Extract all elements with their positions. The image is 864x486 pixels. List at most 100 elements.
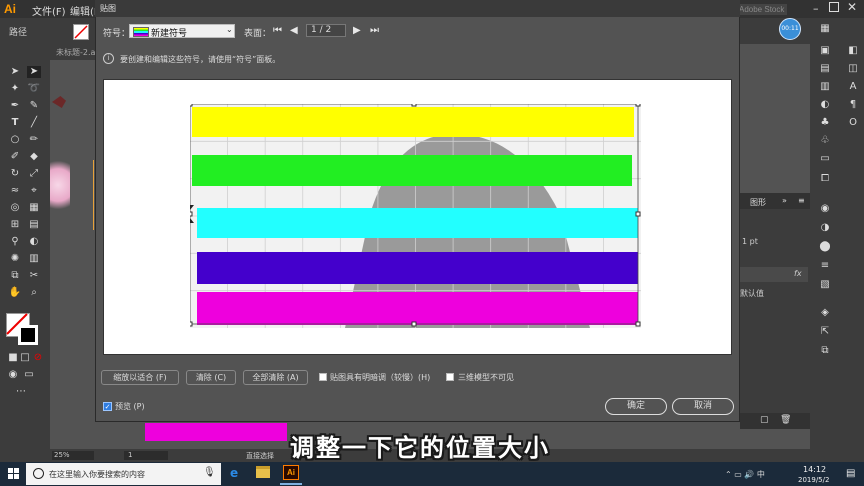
resize-handle-bottom[interactable]	[411, 321, 417, 327]
avatar[interactable]: 00:11	[779, 18, 801, 40]
previous-surface-icon[interactable]: ◀	[290, 25, 298, 36]
ellipse-tool-icon[interactable]: ○	[8, 134, 22, 146]
paintbrush-icon[interactable]: ✏	[27, 134, 41, 146]
panel-icon-paragraph[interactable]: ¶	[846, 99, 860, 111]
minimize-icon[interactable]: –	[813, 2, 819, 15]
stripe-cyan[interactable]	[197, 208, 638, 238]
fill-color-icon[interactable]	[73, 24, 89, 40]
artboard-number-field[interactable]: 1	[124, 451, 168, 460]
panel-icon-color-guide[interactable]: ▥	[818, 81, 832, 93]
resize-handle-bottom-right[interactable]	[635, 321, 641, 327]
system-tray[interactable]: ⌃ ▭ 🔊 中	[725, 469, 765, 480]
cancel-button[interactable]: 取消	[672, 398, 734, 415]
blend-tool-icon[interactable]: ◐	[27, 236, 41, 248]
zoom-tool-icon[interactable]: ⌕	[27, 287, 41, 299]
pen-tool-icon[interactable]: ✒	[8, 100, 22, 112]
line-tool-icon[interactable]: ╱	[27, 117, 41, 129]
gradient-mode-icon[interactable]: □	[18, 352, 32, 364]
resize-handle-top-left[interactable]	[190, 104, 193, 107]
artboard-tool-icon[interactable]: ⧉	[8, 270, 22, 282]
panel-icon-transform[interactable]: ⧠	[818, 173, 832, 185]
artwork-magenta-stripe[interactable]	[145, 423, 287, 441]
resize-handle-right[interactable]	[635, 211, 641, 217]
panel-icon-shortcut[interactable]: ▦	[818, 23, 832, 35]
stroke-swatch[interactable]	[18, 325, 38, 345]
panel-icon-opentype[interactable]: O	[846, 117, 860, 129]
panel-icon-graphic-styles[interactable]: ⬤	[818, 241, 832, 253]
slice-tool-icon[interactable]: ✂	[27, 270, 41, 282]
clock-date[interactable]: 2019/5/2	[798, 476, 829, 484]
panel-icon-align[interactable]: ▭	[818, 153, 832, 165]
none-mode-icon[interactable]: ⊘	[31, 352, 45, 364]
resize-handle-left[interactable]	[190, 211, 193, 217]
type-tool-icon[interactable]: T	[8, 117, 22, 129]
selection-tool-icon[interactable]: ➤	[8, 66, 22, 78]
shaper-tool-icon[interactable]: ✐	[8, 151, 22, 163]
curvature-tool-icon[interactable]: ✎	[27, 100, 41, 112]
panel-icon-stroke-options[interactable]: ≡	[818, 260, 832, 272]
panel-icon-character[interactable]: A	[846, 81, 860, 93]
fx-icon[interactable]: fx	[794, 269, 802, 278]
shape-builder-icon[interactable]: ◎	[8, 202, 22, 214]
stock-search-input[interactable]: Adobe Stock	[736, 4, 787, 15]
ok-button[interactable]: 确定	[605, 398, 667, 415]
warp-tool-icon[interactable]: ≈	[8, 185, 22, 197]
draw-normal-icon[interactable]: ◉	[6, 369, 20, 381]
panel-icon-stroke[interactable]: ♧	[818, 135, 832, 147]
stripe-green[interactable]	[192, 155, 632, 186]
panel-icon-properties[interactable]: ▣	[818, 45, 832, 57]
shade-artwork-checkbox[interactable]	[319, 373, 327, 381]
clear-all-button[interactable]: 全部清除 (A)	[243, 370, 308, 385]
panel-icon-symbols[interactable]: ♣	[818, 117, 832, 129]
invisible-geometry-checkbox[interactable]	[446, 373, 454, 381]
menu-file[interactable]: 文件(F)	[32, 3, 66, 18]
direct-selection-tool-icon[interactable]: ➤	[27, 66, 41, 78]
maximize-icon[interactable]	[829, 2, 839, 12]
chevron-down-icon[interactable]: ⌄	[226, 25, 233, 34]
resize-handle-top-right[interactable]	[635, 104, 641, 107]
panel-menu-icon[interactable]: ≡	[798, 196, 805, 205]
hand-tool-icon[interactable]: ✋	[8, 287, 22, 299]
dialog-titlebar[interactable]	[95, 0, 740, 17]
more-tools-icon[interactable]: ⋯	[14, 386, 28, 398]
preview-checkbox[interactable]: ✓	[103, 402, 112, 411]
windows-start-icon[interactable]	[8, 468, 20, 480]
document-tab[interactable]: 未标题-2.ai	[56, 47, 98, 58]
panel-icon-layers[interactable]: ◈	[818, 307, 832, 319]
stripe-magenta[interactable]	[197, 292, 638, 325]
panel-icon-swatches[interactable]: ▤	[818, 63, 832, 75]
first-surface-icon[interactable]: ⏮	[273, 25, 282, 36]
symbol-sprayer-icon[interactable]: ✺	[8, 253, 22, 265]
panel-icon-gradient[interactable]: ▧	[818, 279, 832, 291]
next-surface-icon[interactable]: ▶	[353, 25, 361, 36]
panel-icon-color[interactable]: ◫	[846, 63, 860, 75]
file-explorer-icon[interactable]	[256, 466, 270, 478]
eraser-icon[interactable]: ◆	[27, 151, 41, 163]
perspective-grid-icon[interactable]: ▦	[27, 202, 41, 214]
clear-button[interactable]: 清除 (C)	[186, 370, 236, 385]
ime-indicator[interactable]: 中	[757, 470, 765, 479]
microphone-icon[interactable]: 🎙	[203, 467, 216, 478]
close-icon[interactable]: ✕	[847, 0, 857, 14]
panel-icon-libraries[interactable]: ◧	[846, 45, 860, 57]
notification-icon[interactable]: ▤	[846, 468, 855, 479]
last-surface-icon[interactable]: ⏭	[370, 25, 379, 36]
scale-tool-icon[interactable]: ⤢	[27, 168, 41, 180]
surface-page-input[interactable]: 1 / 2	[306, 24, 346, 37]
canvas-area[interactable]	[50, 60, 95, 462]
free-transform-icon[interactable]: ⌖	[27, 185, 41, 197]
panel-icon-brushes[interactable]: ◐	[818, 99, 832, 111]
resize-handle-bottom-left[interactable]	[190, 321, 193, 327]
gradient-tool-icon[interactable]: ▤	[27, 219, 41, 231]
screen-mode-icon[interactable]: ▭	[22, 369, 36, 381]
stripe-indigo[interactable]	[197, 252, 638, 284]
stripe-yellow[interactable]	[192, 107, 634, 137]
zoom-level-field[interactable]: 25%	[52, 451, 94, 460]
panel-icon-artboards[interactable]: ⧉	[818, 345, 832, 357]
trash-icon[interactable]: 🗑	[780, 415, 791, 425]
eyedropper-icon[interactable]: ⚲	[8, 236, 22, 248]
tab-graphic-styles[interactable]: 图形	[750, 197, 766, 208]
column-graph-icon[interactable]: ▥	[27, 253, 41, 265]
panel-icon-appearance[interactable]: ◉	[818, 203, 832, 215]
panel-icon-transparency[interactable]: ◑	[818, 222, 832, 234]
